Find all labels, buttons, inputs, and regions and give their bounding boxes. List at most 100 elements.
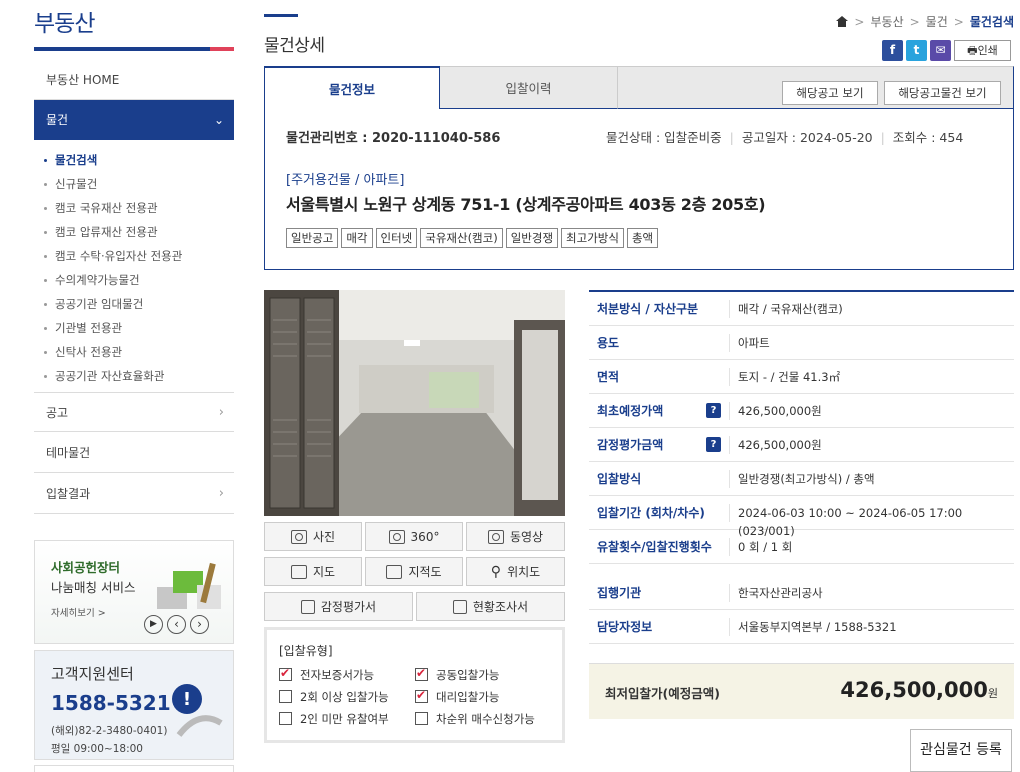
sidebar-item-notice[interactable]: 공고 › (34, 392, 234, 432)
table-spacer (589, 564, 1014, 576)
table-row: 담당자정보 서울동부지역본부 / 1588-5321 (589, 610, 1014, 644)
banner-line2: 나눔매칭 서비스 (51, 580, 136, 595)
sidebar-sub-item[interactable]: 공공기관 자산효율화관 (42, 364, 234, 388)
facebook-icon[interactable]: f (882, 40, 903, 61)
min-bid-price-box: 최저입찰가(예정금액) 426,500,000원 (589, 663, 1014, 719)
title-accent-bar (264, 14, 298, 17)
mail-icon[interactable]: ✉ (930, 40, 951, 61)
support-headset-icon: ! (172, 684, 223, 737)
tab-item-info[interactable]: 물건정보 (264, 66, 440, 109)
checkbox[interactable] (279, 666, 292, 681)
tag-badge: 일반공고 (286, 228, 339, 248)
appraisal-report-button[interactable]: 감정평가서 (264, 592, 413, 621)
tag-badge: 총액 (626, 228, 659, 248)
twitter-icon[interactable]: t (906, 40, 927, 61)
sidebar-sub-item[interactable]: 신규물건 (42, 172, 234, 196)
row-value: 426,500,000원 (729, 401, 1014, 420)
next-button-icon[interactable]: › (190, 615, 209, 634)
item-tags: 일반공고 매각 인터넷 국유재산(캠코) 일반경쟁 최고가방식 총액 (286, 228, 659, 248)
row-label: 면적 (597, 370, 620, 384)
row-value: 426,500,000원 (729, 435, 1014, 454)
row-value: 토지 - / 건물 41.3㎡ (729, 367, 1014, 386)
chevron-right-icon: › (218, 486, 224, 501)
tag-badge: 국유재산(캠코) (420, 228, 503, 248)
mgmt-no-label: 물건관리번호 : (286, 131, 373, 146)
survey-report-button[interactable]: 현황조사서 (416, 592, 565, 621)
row-value: 아파트 (729, 333, 1014, 352)
share-toolbar: f t ✉ 🖶인쇄 (882, 40, 1011, 61)
checkbox[interactable] (279, 712, 292, 725)
checkbox[interactable] (415, 666, 428, 681)
bid-option: 차순위 매수신청가능 (415, 711, 555, 727)
support-title: 고객지원센터 (51, 665, 134, 683)
next-banner-edge (34, 765, 234, 772)
bid-option-label: 전자보증서가능 (300, 668, 375, 682)
bid-option-label: 2회 이상 입찰가능 (300, 690, 389, 704)
checkbox[interactable] (415, 712, 428, 725)
help-icon[interactable]: ? (706, 437, 721, 452)
play-button-icon[interactable]: ▶ (144, 615, 163, 634)
sidebar-item-items[interactable]: 물건 ⌄ (34, 100, 234, 140)
min-price-unit: 원 (987, 687, 998, 700)
sidebar-sub-item[interactable]: 수의계약가능물건 (42, 268, 234, 292)
sidebar-sub-item[interactable]: 신탁사 전용관 (42, 340, 234, 364)
bid-option-label: 차순위 매수신청가능 (436, 712, 535, 726)
cadastral-map-button[interactable]: 지적도 (365, 557, 463, 586)
item-detail-table: 처분방식 / 자산구분 매각 / 국유재산(캠코) 용도 아파트 면적 토지 - / … (589, 290, 1014, 644)
item-status: 물건상태 : 입찰준비중 (606, 130, 722, 145)
social-market-banner[interactable]: 사회공헌장터 나눔매칭 서비스 자세히보기 > ▶ ‹ › (34, 540, 234, 644)
print-label: 인쇄 (977, 44, 998, 57)
sidebar-item-results[interactable]: 입찰결과 › (34, 474, 234, 514)
table-row: 면적 토지 - / 건물 41.3㎡ (589, 360, 1014, 394)
row-label: 입찰기간 (회차/차수) (597, 506, 705, 520)
sidebar-sub-item[interactable]: 물건검색 (42, 148, 234, 172)
tab-bid-history[interactable]: 입찰이력 (440, 66, 618, 109)
map-label: 지도 (312, 565, 336, 579)
home-icon[interactable] (836, 16, 849, 27)
table-row: 용도 아파트 (589, 326, 1014, 360)
bid-option: 대리입찰가능 (415, 688, 555, 705)
checkbox[interactable] (415, 688, 428, 703)
customer-center-box: 고객지원센터 1588-5321 (해외)82-2-3480-0401) 평일 … (34, 650, 234, 760)
download-icon (300, 599, 315, 614)
tag-badge: 매각 (341, 228, 373, 248)
row-label: 입찰방식 (597, 472, 642, 486)
bid-option-label: 대리입찰가능 (436, 690, 500, 704)
banner-more-link[interactable]: 자세히보기 > (51, 605, 106, 619)
row-label-text: 감정평가금액 (597, 438, 664, 452)
sidebar-sub-item[interactable]: 캠코 압류재산 전용관 (42, 220, 234, 244)
prev-button-icon[interactable]: ‹ (167, 615, 186, 634)
table-row: 입찰방식 일반경쟁(최고가방식) / 총액 (589, 462, 1014, 496)
item-photo[interactable] (264, 290, 565, 516)
breadcrumb-item[interactable]: 물건 (926, 13, 948, 30)
mgmt-no: 2020-111040-586 (372, 131, 501, 146)
view-360-button[interactable]: 360° (365, 522, 463, 551)
sidebar-sub-item[interactable]: 공공기관 임대물건 (42, 292, 234, 316)
help-icon[interactable]: ? (706, 403, 721, 418)
camera-icon (290, 529, 307, 544)
print-button[interactable]: 🖶인쇄 (954, 40, 1011, 61)
location-map-button[interactable]: ⚲ 위치도 (466, 557, 565, 586)
breadcrumb-item[interactable]: 부동산 (870, 13, 903, 30)
row-label-text: 최초예정가액 (597, 404, 664, 418)
row-value: 2024-06-03 10:00 ~ 2024-06-05 17:00 (023… (729, 503, 1014, 538)
sidebar-item-home[interactable]: 부동산 HOME (34, 60, 234, 100)
checkbox[interactable] (279, 690, 292, 703)
document-icon (452, 599, 467, 614)
add-favorite-button[interactable]: 관심물건 등록 (910, 729, 1012, 772)
view-notice-items-button[interactable]: 해당공고물건 보기 (884, 81, 1001, 105)
photo-button[interactable]: 사진 (264, 522, 362, 551)
sidebar-item-theme[interactable]: 테마물건 (34, 433, 234, 473)
sidebar-sub-list: 물건검색 신규물건 캠코 국유재산 전용관 캠코 압류재산 전용관 캠코 수탁·… (42, 148, 234, 388)
printer-icon: 🖶 (967, 44, 978, 57)
sidebar-sub-item[interactable]: 캠코 수탁·유입자산 전용관 (42, 244, 234, 268)
map-button[interactable]: 지도 (264, 557, 362, 586)
sidebar-title-underline (34, 47, 234, 51)
video-button[interactable]: 동영상 (466, 522, 565, 551)
view-notice-button[interactable]: 해당공고 보기 (782, 81, 878, 105)
sidebar-sub-item[interactable]: 기관별 전용관 (42, 316, 234, 340)
page-title: 물건상세 (264, 36, 325, 56)
banner-line1: 사회공헌장터 (51, 560, 121, 575)
sidebar-sub-item[interactable]: 캠코 국유재산 전용관 (42, 196, 234, 220)
row-value: 매각 / 국유재산(캠코) (729, 299, 1014, 318)
